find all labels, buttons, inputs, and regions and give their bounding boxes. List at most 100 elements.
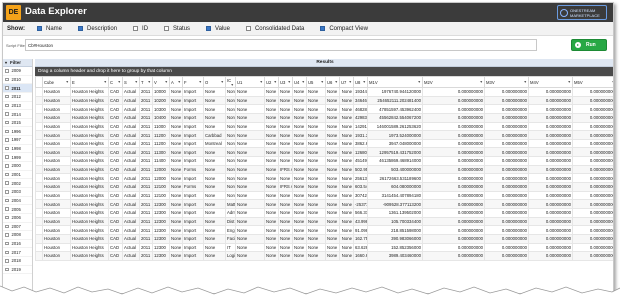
year-checkbox[interactable] [5,129,9,134]
show-option-id[interactable]: ID [133,26,148,32]
column-filter-icon[interactable]: ▼ [260,80,263,84]
column-header[interactable]: M2V ▼ [422,76,485,88]
column-header[interactable]: U6 ▼ [325,76,340,88]
column-header[interactable]: O ▼ [203,76,226,88]
row-selector[interactable] [35,199,43,209]
table-row[interactable]: Houston Houston Heights CAD Actual 2011 12100… [35,190,613,201]
column-header[interactable]: U4 ▼ [292,76,307,88]
checkbox[interactable] [164,26,170,31]
collapse-triangle-icon[interactable]: ▾ [5,60,7,65]
column-header[interactable]: E ▼ [70,76,109,88]
row-selector[interactable] [35,242,43,253]
year-checkbox[interactable] [5,77,9,82]
year-filter-item[interactable]: 2016 [3,240,32,249]
table-row[interactable]: Houston Houston Heights CAD Actual 2011 11000… [35,121,613,132]
table-row[interactable]: Houston Houston Heights CAD Actual 2011 12300… [35,207,613,218]
year-filter-item[interactable]: 2005 [3,205,32,214]
row-selector[interactable] [35,233,43,244]
column-header[interactable]: M5V ▼ [572,76,613,88]
year-filter-item[interactable]: 2012 [3,93,32,102]
column-filter-icon[interactable]: ▼ [199,80,202,84]
row-selector[interactable] [35,112,43,123]
year-checkbox[interactable] [5,259,9,263]
column-header[interactable]: M1V ▼ [367,76,423,88]
row-selector[interactable] [35,95,43,106]
table-row[interactable]: Houston Houston Heights CAD Actual 2011 10200… [35,95,613,106]
year-checkbox[interactable] [5,172,9,177]
row-selector[interactable] [35,173,43,184]
table-row[interactable]: Houston Houston Heights CAD Actual 2011 10000… [35,87,613,97]
year-filter-item[interactable]: 2018 [3,257,32,266]
year-checkbox[interactable] [5,250,9,255]
year-filter-item[interactable]: 2001 [3,171,32,180]
filter-header[interactable]: ▾ Filter [3,59,32,67]
column-header[interactable]: M3V ▼ [484,76,529,88]
year-checkbox[interactable] [5,224,9,229]
column-filter-icon[interactable]: ▼ [612,80,613,84]
column-header[interactable]: Cube ▼ [42,76,71,88]
column-filter-icon[interactable]: ▼ [231,83,234,87]
show-option-status[interactable]: Status [164,26,190,32]
row-selector[interactable] [35,121,43,132]
column-filter-icon[interactable]: ▼ [302,80,305,84]
row-selector[interactable] [35,190,43,201]
year-filter-item[interactable]: 2019 [3,266,32,275]
column-filter-icon[interactable]: ▼ [135,80,138,84]
year-checkbox[interactable] [5,181,9,185]
column-filter-icon[interactable]: ▼ [148,80,151,84]
checkbox[interactable] [133,26,139,31]
year-filter-item[interactable]: 2000 [3,162,32,171]
year-checkbox[interactable] [5,207,9,211]
column-filter-icon[interactable]: ▼ [118,80,121,84]
year-filter-item[interactable]: 2017 [3,248,32,258]
select-all-header[interactable] [35,76,43,88]
row-selector[interactable] [35,156,43,166]
column-filter-icon[interactable]: ▼ [418,80,421,84]
column-header[interactable]: U7 ▼ [339,76,354,88]
show-option-value[interactable]: Value [206,26,230,32]
script-filter-input[interactable] [25,39,537,51]
column-header[interactable]: S ▼ [122,76,140,88]
year-filter-item[interactable]: 2013 [3,102,32,111]
year-checkbox[interactable] [5,190,9,194]
show-option-compact-view[interactable]: Compact View [320,26,368,32]
year-checkbox[interactable] [5,94,9,99]
column-header[interactable]: U5 ▼ [306,76,326,88]
column-filter-icon[interactable]: ▼ [178,80,181,84]
show-option-description[interactable]: Description [78,26,117,32]
column-header[interactable]: M4V ▼ [528,76,573,88]
column-filter-icon[interactable]: ▼ [165,80,168,84]
table-row[interactable]: Houston Houston Heights CAD Actual 2011 11400… [35,156,613,166]
table-row[interactable]: Houston Houston Heights CAD Actual 2011 12000… [35,164,613,175]
year-checkbox[interactable] [5,69,9,73]
table-row[interactable]: Houston Houston Heights CAD Actual 2011 12300… [35,251,613,261]
column-filter-icon[interactable]: ▼ [568,80,571,84]
row-selector[interactable] [35,207,43,218]
column-header[interactable]: IC ▼ [225,76,236,88]
row-selector[interactable] [35,147,43,158]
year-filter-item[interactable]: 2011 [3,84,32,93]
column-filter-icon[interactable]: ▼ [288,80,291,84]
column-header[interactable]: U3 ▼ [278,76,293,88]
column-header[interactable]: F ▼ [182,76,204,88]
year-checkbox[interactable] [5,215,9,220]
table-row[interactable]: Houston Houston Heights CAD Actual 2011 12300… [35,242,613,253]
year-filter-item[interactable]: 2007 [3,223,32,232]
column-header[interactable]: U2 ▼ [264,76,279,88]
year-checkbox[interactable] [5,138,9,142]
year-filter-item[interactable]: 2009 [3,67,32,76]
run-button[interactable]: Run [571,39,607,51]
column-header[interactable]: U8 ▼ [353,76,368,88]
year-filter-item[interactable]: 2002 [3,179,32,188]
checkbox[interactable] [37,26,42,31]
year-filter-item[interactable]: 1996 [3,127,32,137]
show-option-consolidated-data[interactable]: Consolidated Data [245,26,304,32]
column-filter-icon[interactable]: ▼ [335,80,338,84]
column-filter-icon[interactable]: ▼ [321,80,324,84]
year-checkbox[interactable] [5,146,9,151]
checkbox[interactable] [78,26,84,31]
year-checkbox[interactable] [5,164,9,168]
year-checkbox[interactable] [5,112,9,116]
column-header[interactable]: A ▼ [169,76,183,88]
year-checkbox[interactable] [5,86,9,90]
